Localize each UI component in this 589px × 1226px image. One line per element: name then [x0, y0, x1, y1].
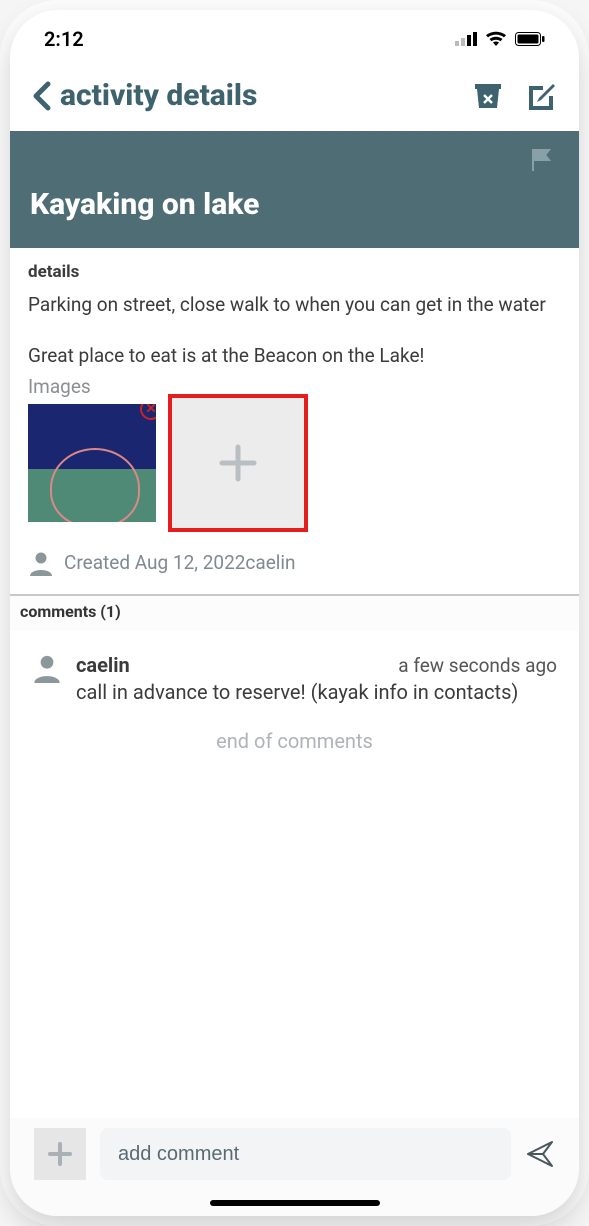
wifi-icon	[485, 31, 507, 47]
cellular-icon	[455, 32, 477, 46]
comment-input[interactable]	[100, 1128, 511, 1180]
details-body: Parking on street, close walk to when yo…	[28, 292, 561, 369]
created-meta: Created Aug 12, 2022caelin	[28, 550, 561, 576]
status-time: 2:12	[44, 27, 84, 51]
plus-icon	[212, 437, 264, 489]
plus-icon	[45, 1139, 75, 1169]
hero-banner: Kayaking on lake	[10, 131, 579, 248]
details-section: details Parking on street, close walk to…	[10, 248, 579, 594]
person-icon	[32, 653, 62, 683]
archive-icon[interactable]	[473, 82, 503, 110]
home-indicator[interactable]	[210, 1200, 380, 1206]
end-of-comments: end of comments	[10, 709, 579, 793]
add-image-button[interactable]	[168, 394, 308, 532]
image-thumbnail[interactable]: ✕	[28, 404, 156, 522]
created-text: Created Aug 12, 2022caelin	[64, 551, 296, 574]
comments-header: comments (1)	[10, 596, 579, 631]
composer-add-button[interactable]	[34, 1128, 86, 1180]
edit-icon[interactable]	[525, 82, 555, 110]
comment-time: a few seconds ago	[398, 654, 557, 677]
comment-author: caelin	[76, 653, 130, 677]
phone-frame: 2:12 activity details Kayaking on lake d…	[10, 10, 579, 1216]
battery-icon	[515, 32, 545, 46]
send-icon[interactable]	[525, 1139, 555, 1169]
status-indicators	[455, 31, 545, 47]
back-icon[interactable]	[30, 81, 56, 111]
activity-title: Kayaking on lake	[30, 187, 559, 222]
comment-text: call in advance to reserve! (kayak info …	[76, 679, 557, 705]
page-title: activity details	[60, 78, 257, 113]
person-icon	[28, 550, 54, 576]
comment-item: caelin a few seconds ago call in advance…	[10, 631, 579, 709]
remove-image-icon[interactable]: ✕	[140, 404, 156, 420]
images-row: ✕	[28, 404, 561, 532]
flag-icon[interactable]	[529, 147, 555, 173]
details-label: details	[28, 262, 561, 282]
status-bar: 2:12	[10, 10, 579, 58]
nav-bar: activity details	[10, 58, 579, 131]
